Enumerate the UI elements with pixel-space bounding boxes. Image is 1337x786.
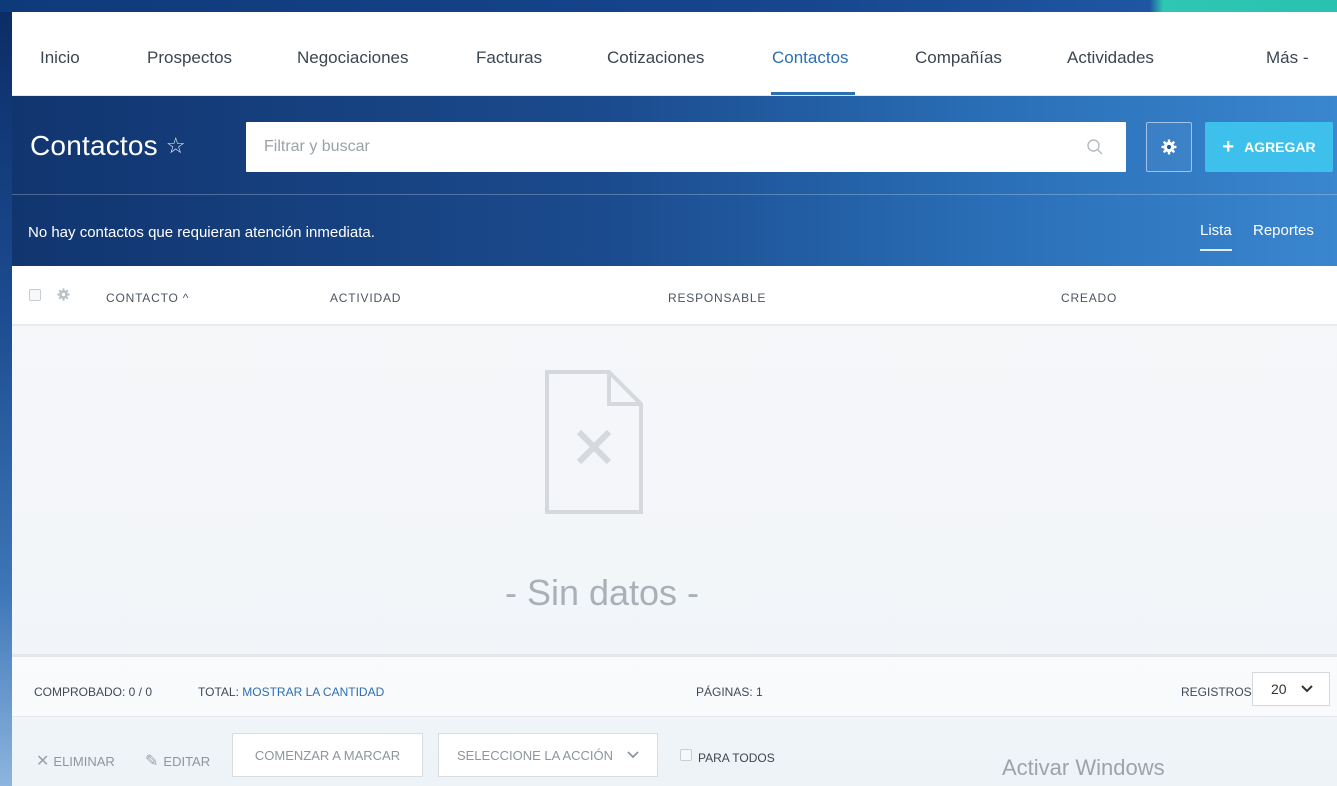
empty-state-text: - Sin datos -	[504, 572, 700, 613]
table-header: CONTACTO ^ ACTIVIDAD RESPONSABLE CREADO	[12, 266, 1337, 326]
records-per-page-value: 20	[1271, 681, 1287, 697]
active-tab-underline	[771, 92, 855, 95]
table-body: - Sin datos -	[12, 328, 1337, 654]
records-label: REGISTROS:	[1181, 685, 1256, 699]
select-action-label: SELECCIONE LA ACCIÓN	[456, 747, 614, 763]
page-title-text: Contactos	[30, 130, 158, 161]
pencil-icon: ✎	[145, 753, 159, 770]
chevron-down-icon	[627, 751, 639, 759]
delete-action-label: ELIMINAR	[53, 754, 115, 769]
total-label: TOTAL: MOSTRAR LA CANTIDAD	[198, 685, 384, 699]
edit-action-label: EDITAR	[163, 754, 211, 769]
select-action-dropdown[interactable]: SELECCIONE LA ACCIÓN	[438, 733, 658, 777]
add-button-label: AGREGAR	[1244, 139, 1316, 155]
show-total-link[interactable]: MOSTRAR LA CANTIDAD	[242, 685, 384, 699]
pages-count: PÁGINAS: 1	[696, 685, 763, 699]
window-left-edge	[0, 12, 12, 786]
nav-item-negociaciones[interactable]: Negociaciones	[297, 48, 409, 68]
nav-item-inicio[interactable]: Inicio	[40, 48, 80, 68]
edit-action[interactable]: ✎ EDITAR	[145, 751, 210, 771]
view-tab-lista[interactable]: Lista	[1200, 222, 1232, 251]
page-title: Contactos ☆	[30, 130, 186, 162]
gear-icon	[1161, 139, 1177, 155]
nav-item-mas[interactable]: Más -	[1266, 48, 1309, 68]
total-label-text: TOTAL:	[198, 685, 239, 699]
nav-item-facturas[interactable]: Facturas	[476, 48, 542, 68]
chevron-down-icon	[1300, 685, 1313, 693]
delete-action[interactable]: ✕ ELIMINAR	[36, 751, 115, 771]
settings-button[interactable]	[1146, 122, 1192, 172]
contacts-table: CONTACTO ^ ACTIVIDAD RESPONSABLE CREADO …	[12, 266, 1337, 786]
bulk-actions-bar: ✕ ELIMINAR ✎ EDITAR COMENZAR A MARCAR SELE…	[12, 716, 1337, 786]
column-header-responsable[interactable]: RESPONSABLE	[668, 291, 766, 305]
nav-item-prospectos[interactable]: Prospectos	[147, 48, 232, 68]
plus-icon: +	[1222, 136, 1235, 158]
column-settings-gear-icon[interactable]	[57, 288, 70, 301]
column-header-contacto[interactable]: CONTACTO ^	[106, 291, 189, 305]
empty-document-icon	[545, 370, 643, 514]
select-all-checkbox[interactable]	[29, 289, 41, 301]
search-input[interactable]	[246, 122, 1126, 172]
column-header-creado[interactable]: CREADO	[1061, 291, 1117, 305]
for-all-checkbox[interactable]	[680, 749, 692, 761]
add-button[interactable]: + AGREGAR	[1205, 122, 1333, 172]
records-per-page-select[interactable]: 20	[1252, 672, 1330, 706]
activate-windows-watermark: Activar Windows	[1002, 755, 1165, 780]
page-header: Contactos ☆ + AGREGAR No hay contactos qu…	[12, 96, 1337, 266]
header-divider	[12, 194, 1337, 195]
window-top-strip	[0, 0, 1337, 12]
nav-item-companias[interactable]: Compañías	[915, 48, 1002, 68]
close-icon: ✕	[36, 753, 50, 770]
table-summary-bar: COMPROBADO: 0 / 0 TOTAL: MOSTRAR LA CANT…	[12, 654, 1337, 716]
nav-item-cotizaciones[interactable]: Cotizaciones	[607, 48, 704, 68]
view-tab-reportes[interactable]: Reportes	[1253, 222, 1314, 239]
checked-count: COMPROBADO: 0 / 0	[34, 685, 153, 699]
nav-item-contactos[interactable]: Contactos	[772, 48, 849, 68]
start-marking-button[interactable]: COMENZAR A MARCAR	[232, 733, 423, 777]
nav-item-actividades[interactable]: Actividades	[1067, 48, 1154, 68]
for-all-label: PARA TODOS	[698, 751, 775, 765]
column-header-actividad[interactable]: ACTIVIDAD	[330, 291, 401, 305]
search-icon[interactable]	[1086, 138, 1104, 156]
star-icon[interactable]: ☆	[166, 133, 186, 158]
top-nav: Inicio Prospectos Negociaciones Facturas…	[12, 12, 1337, 96]
attention-notice: No hay contactos que requieran atención …	[28, 224, 375, 241]
